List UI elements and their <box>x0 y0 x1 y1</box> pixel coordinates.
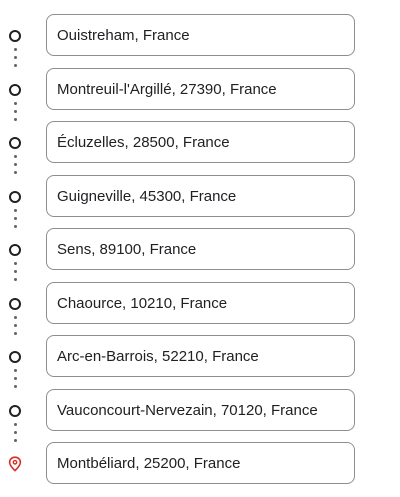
route-connector <box>13 423 17 442</box>
connector-dot <box>13 217 17 220</box>
circle-icon <box>7 82 23 98</box>
connector-dot <box>13 270 17 273</box>
destination-row: Montbéliard, 25200, France <box>0 442 400 486</box>
waypoint-row: Montreuil-l'Argillé, 27390, France <box>0 68 400 112</box>
connector-dot <box>13 56 17 59</box>
connector-dot <box>13 155 17 158</box>
connector-dot <box>13 423 17 426</box>
connector-dot <box>13 278 17 281</box>
connector-dot <box>13 262 17 265</box>
connector-dot <box>13 369 17 372</box>
connector-dot <box>13 385 17 388</box>
waypoint-input[interactable]: Chaource, 10210, France <box>46 282 355 324</box>
connector-dot <box>13 110 17 113</box>
connector-dot <box>13 102 17 105</box>
waypoint-row: Écluzelles, 28500, France <box>0 121 400 165</box>
route-connector <box>13 155 17 174</box>
route-connector <box>13 102 17 121</box>
route-connector <box>13 262 17 281</box>
connector-dot <box>13 431 17 434</box>
connector-dot <box>13 324 17 327</box>
location-pin-icon <box>7 456 23 472</box>
circle-icon <box>7 349 23 365</box>
connector-dot <box>13 171 17 174</box>
route-stops-list: Ouistreham, France Montreuil-l'Argillé, 2… <box>0 0 400 497</box>
route-connector <box>13 48 17 67</box>
connector-dot <box>13 64 17 67</box>
circle-icon <box>7 135 23 151</box>
connector-dot <box>13 48 17 51</box>
waypoint-row: Vauconcourt-Nervezain, 70120, France <box>0 389 400 433</box>
circle-icon <box>7 189 23 205</box>
destination-input[interactable]: Montbéliard, 25200, France <box>46 442 355 484</box>
connector-dot <box>13 316 17 319</box>
circle-icon <box>7 242 23 258</box>
route-connector <box>13 209 17 228</box>
route-connector <box>13 369 17 388</box>
waypoint-row: Arc-en-Barrois, 52210, France <box>0 335 400 379</box>
connector-dot <box>13 163 17 166</box>
waypoint-input[interactable]: Vauconcourt-Nervezain, 70120, France <box>46 389 355 431</box>
connector-dot <box>13 209 17 212</box>
circle-icon <box>7 403 23 419</box>
waypoint-input[interactable]: Guigneville, 45300, France <box>46 175 355 217</box>
waypoint-input[interactable]: Montreuil-l'Argillé, 27390, France <box>46 68 355 110</box>
waypoint-row: Guigneville, 45300, France <box>0 175 400 219</box>
waypoint-input[interactable]: Sens, 89100, France <box>46 228 355 270</box>
waypoint-row: Sens, 89100, France <box>0 228 400 272</box>
waypoint-input[interactable]: Écluzelles, 28500, France <box>46 121 355 163</box>
circle-icon <box>7 296 23 312</box>
waypoint-row: Ouistreham, France <box>0 14 400 58</box>
route-connector <box>13 316 17 335</box>
waypoint-row: Chaource, 10210, France <box>0 282 400 326</box>
connector-dot <box>13 377 17 380</box>
waypoint-input[interactable]: Ouistreham, France <box>46 14 355 56</box>
waypoint-input[interactable]: Arc-en-Barrois, 52210, France <box>46 335 355 377</box>
circle-icon <box>7 28 23 44</box>
